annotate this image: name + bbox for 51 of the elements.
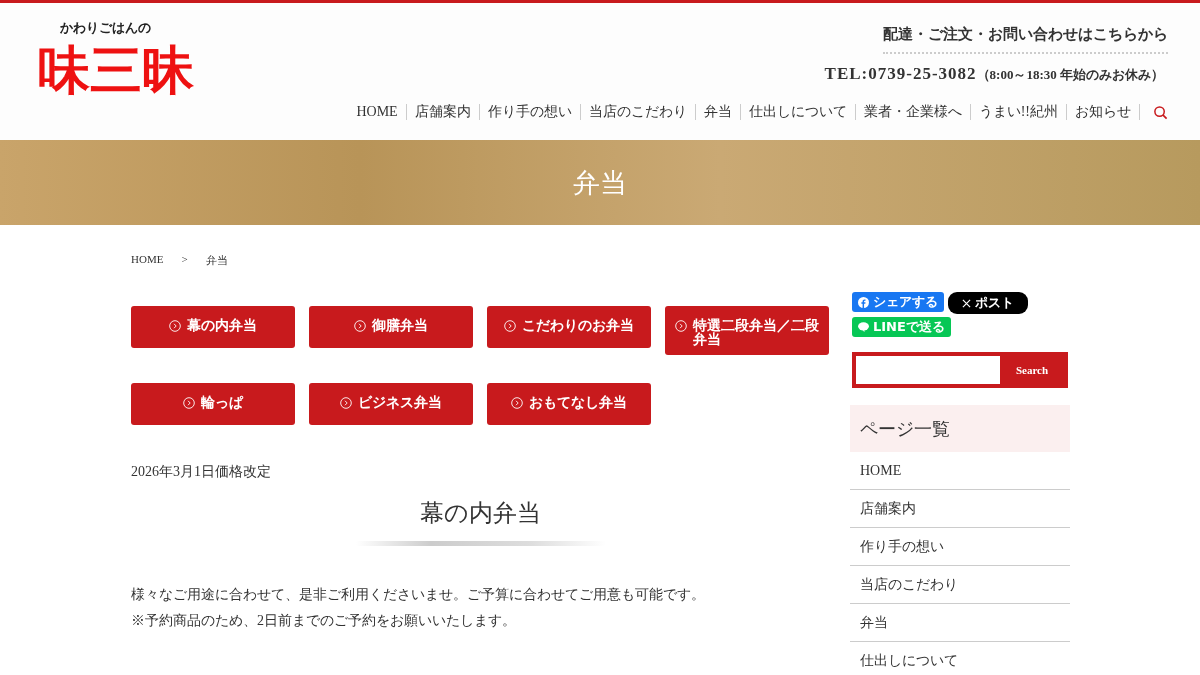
breadcrumb-separator: > [181, 253, 188, 267]
sidebar-link[interactable]: 店舗案内 [850, 490, 1070, 528]
category-button[interactable]: ビジネス弁当 [309, 383, 473, 425]
contact-heading: 配達・ご注文・お問い合わせはこちらから [883, 25, 1168, 54]
sidebar-heading: ページ一覧 [850, 405, 1070, 452]
chevron-circle-icon [169, 320, 181, 332]
nav-link[interactable]: HOME [348, 104, 407, 120]
facebook-icon [858, 296, 869, 308]
phone-number: TEL:0739-25-3082 [824, 64, 977, 84]
category-button[interactable]: 輪っぱ [131, 383, 295, 425]
breadcrumb-current: 弁当 [205, 253, 228, 268]
category-button[interactable]: 幕の内弁当 [131, 306, 295, 348]
nav-link[interactable]: 作り手の想い [479, 104, 581, 120]
breadcrumb-link[interactable]: HOME [131, 253, 164, 268]
nav-link[interactable]: うまい!!紀州 [970, 104, 1067, 120]
facebook-share-button[interactable]: シェアする [852, 292, 944, 312]
chevron-circle-icon [354, 320, 366, 332]
sidebar-link[interactable]: 当店のこだわり [850, 566, 1070, 604]
x-post-button[interactable]: ポスト [948, 292, 1028, 314]
sidebar-link[interactable]: 作り手の想い [850, 528, 1070, 566]
chevron-circle-icon [504, 320, 516, 332]
page-title: 弁当 [573, 166, 627, 200]
x-icon [962, 298, 971, 308]
chevron-circle-icon [675, 320, 687, 332]
chevron-circle-icon [340, 397, 352, 409]
category-button[interactable]: 特選二段弁当／二段弁当 [665, 306, 829, 355]
logo-caption: かわりごはんの [60, 19, 151, 37]
logo[interactable]: 味三昧 [34, 37, 198, 105]
price-note: 2026年3月1日価格改定 [131, 463, 272, 481]
sidebar-link[interactable]: 弁当 [850, 604, 1070, 642]
nav-link[interactable]: お知らせ [1067, 104, 1140, 120]
search-icon[interactable] [1153, 104, 1168, 120]
category-button[interactable]: おもてなし弁当 [487, 383, 651, 425]
search-input[interactable] [856, 356, 1000, 384]
category-button[interactable]: 御膳弁当 [309, 306, 473, 348]
category-button[interactable]: こだわりのお弁当 [487, 306, 651, 348]
chevron-circle-icon [511, 397, 523, 409]
body-text: ※予約商品のため、2日前までのご予約をお願いいたします。 [131, 612, 517, 630]
nav-link[interactable]: 仕出しについて [740, 104, 856, 120]
nav-link[interactable]: 店舗案内 [406, 104, 480, 120]
business-hours: （8:00～18:30 年始のみお休み） [976, 66, 1164, 84]
nav-link[interactable]: 当店のこだわり [580, 104, 696, 120]
sidebar-link[interactable]: HOME [850, 452, 1070, 490]
nav-link[interactable]: 業者・企業様へ [855, 104, 971, 120]
chevron-circle-icon [183, 397, 195, 409]
nav-link[interactable]: 弁当 [695, 104, 741, 120]
search-button[interactable]: Search [1000, 363, 1064, 377]
sidebar-link[interactable]: 仕出しについて [850, 642, 1070, 675]
body-text: 様々なご用途に合わせて、是非ご利用くださいませ。ご予算に合わせてご用意も可能です。 [131, 586, 706, 604]
section-title: 幕の内弁当 [419, 499, 542, 528]
chat-bubble-icon [858, 322, 869, 332]
